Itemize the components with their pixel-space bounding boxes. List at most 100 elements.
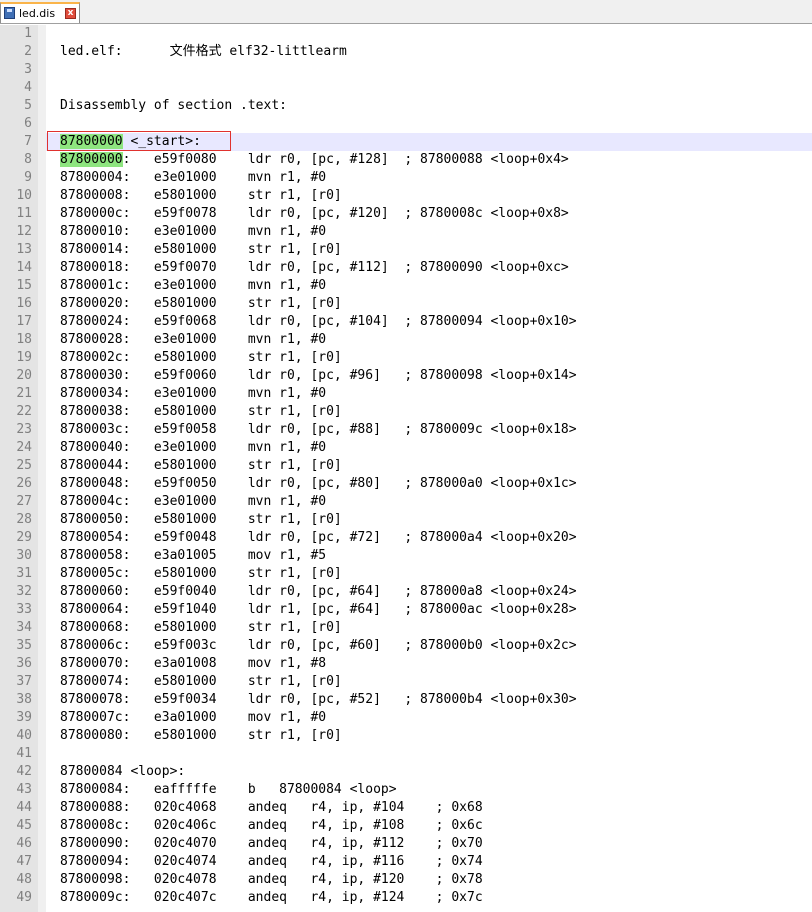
editor-line[interactable]: 27 8780004c: e3e01000 mvn r1, #0 bbox=[0, 493, 812, 511]
editor-line[interactable]: 18 87800028: e3e01000 mvn r1, #0 bbox=[0, 331, 812, 349]
code-text: 87800020: e5801000 str r1, [r0] bbox=[60, 295, 342, 313]
close-icon[interactable]: x bbox=[65, 8, 76, 19]
editor-line[interactable]: 25 87800044: e5801000 str r1, [r0] bbox=[0, 457, 812, 475]
editor-line[interactable]: 13 87800014: e5801000 str r1, [r0] bbox=[0, 241, 812, 259]
tab-led-dis[interactable]: led.dis x bbox=[0, 2, 80, 23]
editor-line[interactable]: 1 bbox=[0, 25, 812, 43]
line-number: 34 bbox=[16, 620, 32, 635]
code-text: 87800034: e3e01000 mvn r1, #0 bbox=[60, 385, 326, 403]
code-segment: 87800044: e5801000 str r1, [r0] bbox=[60, 458, 342, 473]
code-segment: 87800028: e3e01000 mvn r1, #0 bbox=[60, 332, 327, 347]
editor-line[interactable]: 12 87800010: e3e01000 mvn r1, #0 bbox=[0, 223, 812, 241]
line-number: 7 bbox=[24, 134, 32, 149]
code-segment: 87800030: e59f0060 ldr r0, [pc, #96] ; 8… bbox=[60, 368, 577, 383]
code-segment: 8780004c: e3e01000 mvn r1, #0 bbox=[60, 494, 327, 509]
editor-line[interactable]: 24 87800040: e3e01000 mvn r1, #0 bbox=[0, 439, 812, 457]
code-text: 87800030: e59f0060 ldr r0, [pc, #96] ; 8… bbox=[60, 367, 577, 385]
line-background bbox=[46, 61, 812, 79]
search-highlight: 87800000 bbox=[60, 134, 123, 149]
line-number: 19 bbox=[16, 350, 32, 365]
code-segment: 8780008c: 020c406c andeq r4, ip, #108 ; … bbox=[60, 818, 483, 833]
editor-line[interactable]: 20 87800030: e59f0060 ldr r0, [pc, #96] ;… bbox=[0, 367, 812, 385]
editor-line[interactable]: 49 8780009c: 020c407c andeq r4, ip, #124 … bbox=[0, 889, 812, 907]
code-text: 8780007c: e3a01000 mov r1, #0 bbox=[60, 709, 326, 727]
line-number: 9 bbox=[24, 170, 32, 185]
editor-line[interactable]: 43 87800084: eafffffe b 87800084 <loop> bbox=[0, 781, 812, 799]
code-segment: 87800064: e59f1040 ldr r1, [pc, #64] ; 8… bbox=[60, 602, 577, 617]
code-segment: 8780000c: e59f0078 ldr r0, [pc, #120] ; … bbox=[60, 206, 569, 221]
editor-line[interactable]: 44 87800088: 020c4068 andeq r4, ip, #104 … bbox=[0, 799, 812, 817]
editor-line[interactable]: 23 8780003c: e59f0058 ldr r0, [pc, #88] ;… bbox=[0, 421, 812, 439]
editor-line[interactable]: 30 87800058: e3a01005 mov r1, #5 bbox=[0, 547, 812, 565]
editor-line[interactable]: 41 bbox=[0, 745, 812, 763]
code-text: 87800010: e3e01000 mvn r1, #0 bbox=[60, 223, 326, 241]
code-segment: 8780009c: 020c407c andeq r4, ip, #124 ; … bbox=[60, 890, 483, 905]
editor-line[interactable]: 48 87800098: 020c4078 andeq r4, ip, #120 … bbox=[0, 871, 812, 889]
editor-line[interactable]: 6 bbox=[0, 115, 812, 133]
code-segment: 8780003c: e59f0058 ldr r0, [pc, #88] ; 8… bbox=[60, 422, 577, 437]
editor-line[interactable]: 16 87800020: e5801000 str r1, [r0] bbox=[0, 295, 812, 313]
line-background bbox=[46, 745, 812, 763]
editor-line[interactable]: 5 Disassembly of section .text: bbox=[0, 97, 812, 115]
line-number: 35 bbox=[16, 638, 32, 653]
editor-line[interactable]: 45 8780008c: 020c406c andeq r4, ip, #108 … bbox=[0, 817, 812, 835]
editor-line[interactable]: 3 bbox=[0, 61, 812, 79]
save-disk-icon bbox=[4, 7, 15, 19]
line-number: 18 bbox=[16, 332, 32, 347]
code-segment: 87800060: e59f0040 ldr r0, [pc, #64] ; 8… bbox=[60, 584, 577, 599]
editor-line[interactable]: 10 87800008: e5801000 str r1, [r0] bbox=[0, 187, 812, 205]
editor-line[interactable]: 33 87800064: e59f1040 ldr r1, [pc, #64] ;… bbox=[0, 601, 812, 619]
code-segment: 87800048: e59f0050 ldr r0, [pc, #80] ; 8… bbox=[60, 476, 577, 491]
editor-line[interactable]: 36 87800070: e3a01008 mov r1, #8 bbox=[0, 655, 812, 673]
code-text: 87800028: e3e01000 mvn r1, #0 bbox=[60, 331, 326, 349]
editor-line[interactable]: 42 87800084 <loop>: bbox=[0, 763, 812, 781]
line-number: 28 bbox=[16, 512, 32, 527]
code-text: 8780008c: 020c406c andeq r4, ip, #108 ; … bbox=[60, 817, 483, 835]
code-segment: 87800088: 020c4068 andeq r4, ip, #104 ; … bbox=[60, 800, 483, 815]
editor-line[interactable]: 9 87800004: e3e01000 mvn r1, #0 bbox=[0, 169, 812, 187]
editor-line[interactable]: 11 8780000c: e59f0078 ldr r0, [pc, #120] … bbox=[0, 205, 812, 223]
editor-line[interactable]: 40 87800080: e5801000 str r1, [r0] bbox=[0, 727, 812, 745]
editor-line[interactable]: 22 87800038: e5801000 str r1, [r0] bbox=[0, 403, 812, 421]
editor-line[interactable]: 2 led.elf: 文件格式 elf32-littlearm bbox=[0, 43, 812, 61]
code-text: 87800090: 020c4070 andeq r4, ip, #112 ; … bbox=[60, 835, 483, 853]
editor-line[interactable]: 35 8780006c: e59f003c ldr r0, [pc, #60] ;… bbox=[0, 637, 812, 655]
editor-line[interactable]: 7 87800000 <_start>: bbox=[0, 133, 812, 151]
line-number: 42 bbox=[16, 764, 32, 779]
code-text: 87800014: e5801000 str r1, [r0] bbox=[60, 241, 342, 259]
editor-line[interactable]: 46 87800090: 020c4070 andeq r4, ip, #112 … bbox=[0, 835, 812, 853]
code-segment: 8780006c: e59f003c ldr r0, [pc, #60] ; 8… bbox=[60, 638, 577, 653]
line-number: 39 bbox=[16, 710, 32, 725]
line-number: 48 bbox=[16, 872, 32, 887]
editor-line[interactable]: 26 87800048: e59f0050 ldr r0, [pc, #80] ;… bbox=[0, 475, 812, 493]
editor-line[interactable]: 28 87800050: e5801000 str r1, [r0] bbox=[0, 511, 812, 529]
code-text: 8780003c: e59f0058 ldr r0, [pc, #88] ; 8… bbox=[60, 421, 577, 439]
code-text: 87800098: 020c4078 andeq r4, ip, #120 ; … bbox=[60, 871, 483, 889]
code-segment: 87800090: 020c4070 andeq r4, ip, #112 ; … bbox=[60, 836, 483, 851]
editor-line[interactable]: 8 87800000: e59f0080 ldr r0, [pc, #128] ;… bbox=[0, 151, 812, 169]
editor-line[interactable]: 14 87800018: e59f0070 ldr r0, [pc, #112] … bbox=[0, 259, 812, 277]
code-text: 87800080: e5801000 str r1, [r0] bbox=[60, 727, 342, 745]
editor-line[interactable]: 39 8780007c: e3a01000 mov r1, #0 bbox=[0, 709, 812, 727]
editor-line[interactable]: 47 87800094: 020c4074 andeq r4, ip, #116 … bbox=[0, 853, 812, 871]
code-segment: 87800020: e5801000 str r1, [r0] bbox=[60, 296, 342, 311]
editor-line[interactable]: 31 8780005c: e5801000 str r1, [r0] bbox=[0, 565, 812, 583]
line-number: 2 bbox=[24, 44, 32, 59]
editor-line[interactable]: 37 87800074: e5801000 str r1, [r0] bbox=[0, 673, 812, 691]
editor-line[interactable]: 29 87800054: e59f0048 ldr r0, [pc, #72] ;… bbox=[0, 529, 812, 547]
editor-line[interactable]: 19 8780002c: e5801000 str r1, [r0] bbox=[0, 349, 812, 367]
editor-line[interactable]: 17 87800024: e59f0068 ldr r0, [pc, #104] … bbox=[0, 313, 812, 331]
line-number: 20 bbox=[16, 368, 32, 383]
line-number: 5 bbox=[24, 98, 32, 113]
code-segment: 8780005c: e5801000 str r1, [r0] bbox=[60, 566, 342, 581]
line-number: 13 bbox=[16, 242, 32, 257]
editor-line[interactable]: 32 87800060: e59f0040 ldr r0, [pc, #64] ;… bbox=[0, 583, 812, 601]
code-segment: 87800098: 020c4078 andeq r4, ip, #120 ; … bbox=[60, 872, 483, 887]
editor-line[interactable]: 15 8780001c: e3e01000 mvn r1, #0 bbox=[0, 277, 812, 295]
code-text: 8780006c: e59f003c ldr r0, [pc, #60] ; 8… bbox=[60, 637, 577, 655]
editor-line[interactable]: 34 87800068: e5801000 str r1, [r0] bbox=[0, 619, 812, 637]
editor-line[interactable]: 38 87800078: e59f0034 ldr r0, [pc, #52] ;… bbox=[0, 691, 812, 709]
editor-line[interactable]: 4 bbox=[0, 79, 812, 97]
line-number: 43 bbox=[16, 782, 32, 797]
editor-line[interactable]: 21 87800034: e3e01000 mvn r1, #0 bbox=[0, 385, 812, 403]
